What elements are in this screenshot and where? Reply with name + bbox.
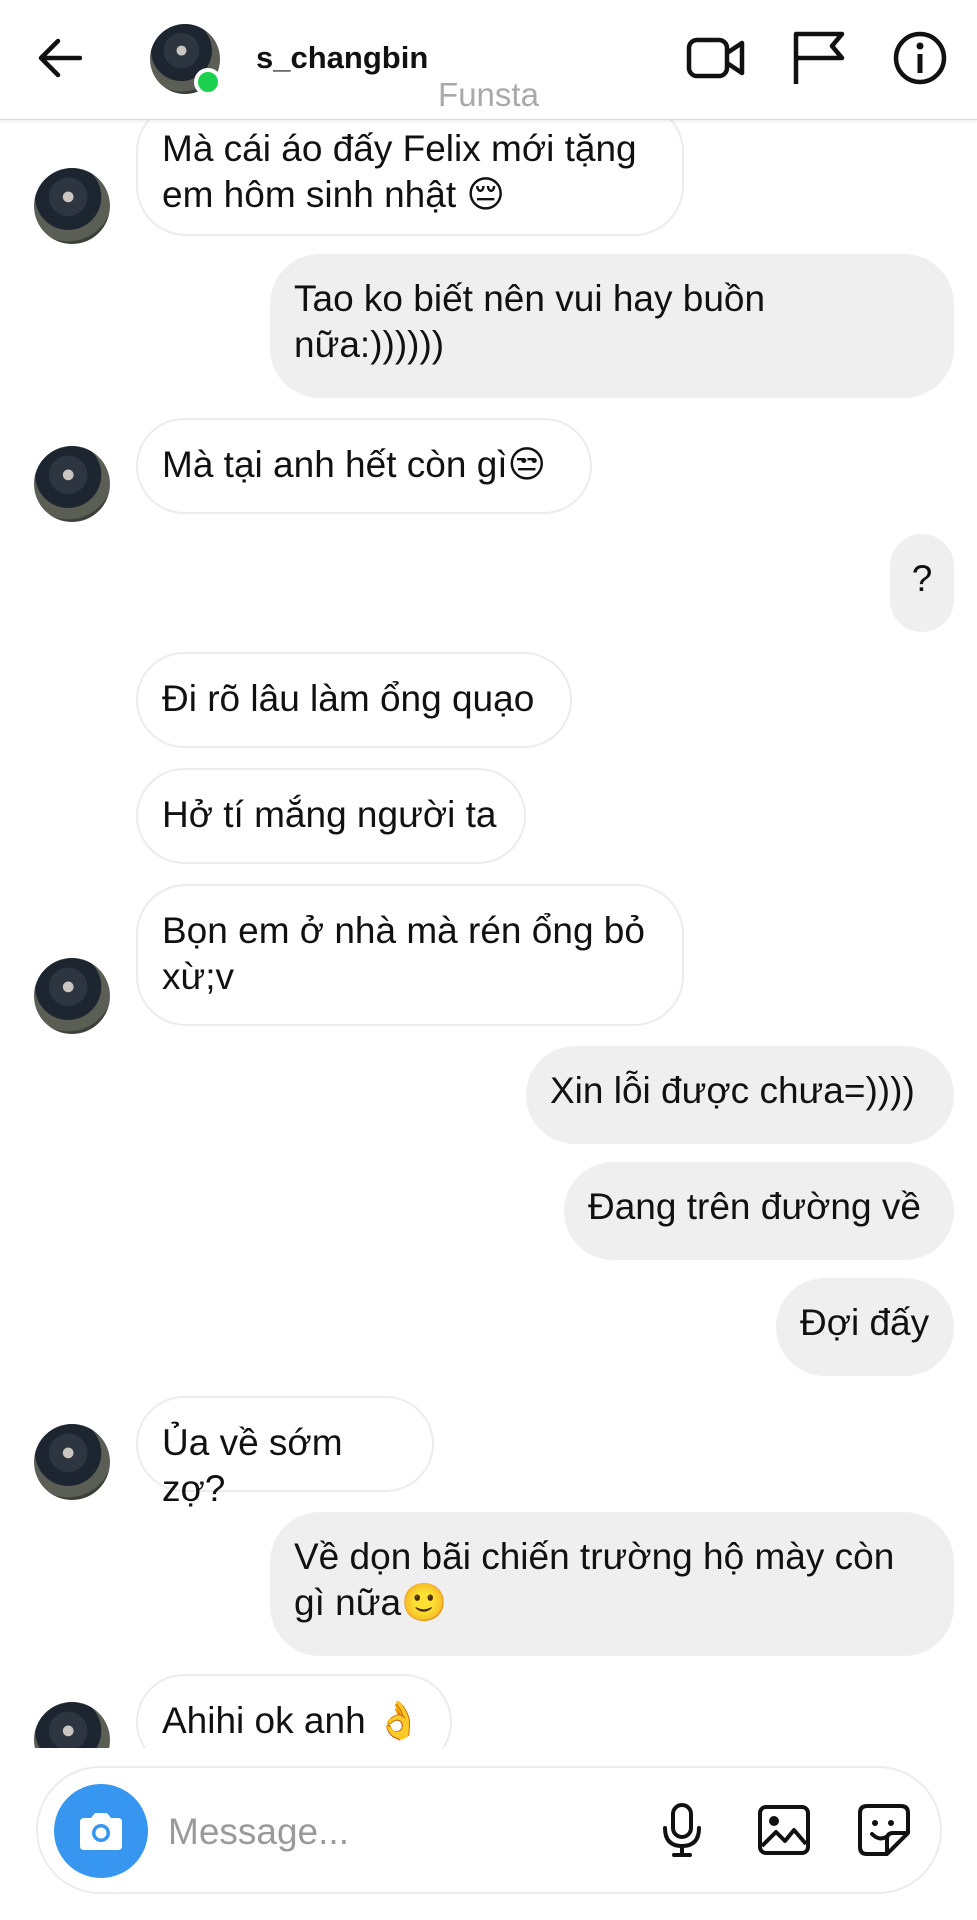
sender-avatar[interactable]: [34, 1702, 110, 1748]
video-camera-icon: [686, 37, 745, 79]
message-bubble-incoming[interactable]: Hở tí mắng người ta: [136, 768, 526, 864]
arrow-left-icon: [38, 38, 82, 78]
sender-avatar[interactable]: [34, 168, 110, 244]
message-bubble-incoming[interactable]: Mà cái áo đấy Felix mới tặng em hôm sinh…: [136, 102, 684, 236]
message-bubble-outgoing[interactable]: Đang trên đường về: [564, 1162, 954, 1260]
message-bubble-incoming[interactable]: Mà tại anh hết còn gì😒: [136, 418, 592, 514]
sender-avatar[interactable]: [34, 958, 110, 1034]
message-bubble-outgoing[interactable]: Đợi đấy: [776, 1278, 954, 1376]
camera-button[interactable]: [54, 1784, 148, 1878]
message-bubble-incoming[interactable]: Ủa về sớm zợ?: [136, 1396, 434, 1509]
message-thread[interactable]: Mà cái áo đấy Felix mới tặng em hôm sinh…: [0, 0, 977, 1748]
sticker-icon: [858, 1804, 910, 1856]
voice-message-button[interactable]: [650, 1798, 714, 1862]
message-bubble-incoming[interactable]: Bọn em ở nhà mà rén ổng bỏ xừ;v: [136, 884, 684, 1026]
message-bubble-outgoing[interactable]: Xin lỗi được chưa=)))): [526, 1046, 954, 1144]
message-bubble-outgoing[interactable]: Tao ko biết nên vui hay buồn nữa:)))))): [270, 254, 954, 398]
camera-icon: [80, 1813, 122, 1850]
image-icon: [758, 1805, 810, 1855]
message-bubble-outgoing[interactable]: ?: [890, 534, 954, 632]
sender-avatar[interactable]: [34, 1424, 110, 1500]
gallery-button[interactable]: [752, 1798, 816, 1862]
sender-avatar[interactable]: [34, 446, 110, 522]
message-bubble-outgoing[interactable]: Về dọn bãi chiến trường hộ mày còn gì nữ…: [270, 1512, 954, 1656]
message-bubble-incoming[interactable]: Đi rõ lâu làm ổng quạo: [136, 652, 572, 748]
funsta-watermark: Funsta: [438, 76, 539, 113]
sticker-button[interactable]: [852, 1798, 916, 1862]
message-bubble-incoming[interactable]: Ahihi ok anh 👌: [136, 1674, 452, 1748]
contact-username[interactable]: s_changbin: [256, 40, 428, 76]
message-input[interactable]: [168, 1804, 528, 1860]
microphone-icon: [663, 1803, 701, 1857]
message-composer: [36, 1766, 942, 1894]
